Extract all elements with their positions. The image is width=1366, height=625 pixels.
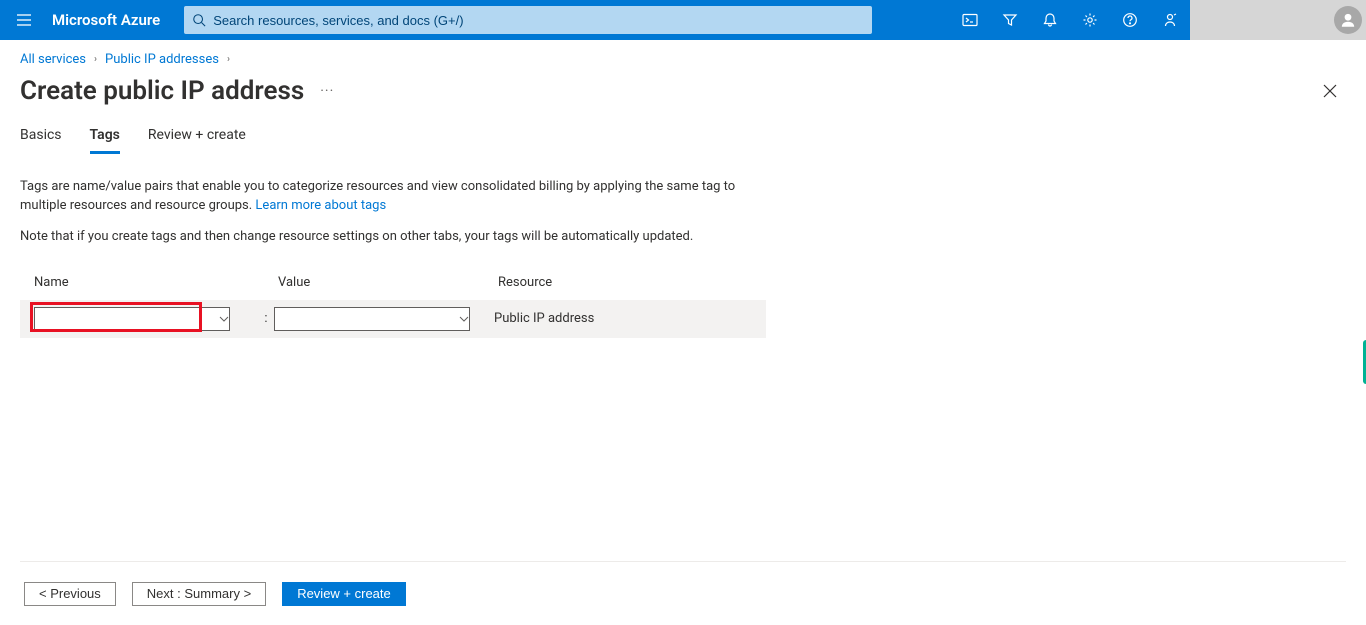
tag-name-combo[interactable]: [34, 307, 230, 331]
review-create-button[interactable]: Review + create: [282, 582, 406, 606]
learn-more-link[interactable]: Learn more about tags: [255, 198, 386, 213]
filter-icon: [1002, 12, 1018, 28]
help-button[interactable]: [1110, 0, 1150, 40]
page-title: Create public IP address: [20, 76, 304, 106]
breadcrumb-all-services[interactable]: All services: [20, 52, 86, 67]
tag-name-input[interactable]: [35, 308, 219, 330]
feedback-icon: [1162, 12, 1178, 28]
close-icon: [1323, 84, 1337, 98]
brand-label[interactable]: Microsoft Azure: [48, 11, 176, 29]
directory-filter-button[interactable]: [990, 0, 1030, 40]
tag-row: : Public IP address: [20, 300, 766, 338]
breadcrumb: All services › Public IP addresses ›: [20, 40, 1346, 75]
tags-table: Name Value Resource :: [20, 275, 766, 338]
settings-button[interactable]: [1070, 0, 1110, 40]
cloud-shell-icon: [962, 12, 978, 28]
description-line2: Note that if you create tags and then ch…: [20, 228, 760, 247]
tab-review-create[interactable]: Review + create: [148, 127, 246, 154]
azure-topbar: Microsoft Azure: [0, 0, 1366, 40]
page-body: All services › Public IP addresses › Cre…: [0, 40, 1366, 625]
cloud-shell-button[interactable]: [950, 0, 990, 40]
resource-cell: Public IP address: [494, 311, 766, 326]
gear-icon: [1082, 12, 1098, 28]
breadcrumb-public-ip-addresses[interactable]: Public IP addresses: [105, 52, 219, 67]
menu-icon: [16, 12, 32, 28]
account-button[interactable]: [1190, 0, 1366, 40]
tag-value-combo[interactable]: [274, 307, 470, 331]
bell-icon: [1042, 12, 1058, 28]
help-icon: [1122, 12, 1138, 28]
name-cell: [34, 307, 278, 331]
chevron-down-icon[interactable]: [219, 314, 229, 324]
tab-tags[interactable]: Tags: [90, 127, 120, 154]
tag-value-input[interactable]: [275, 308, 459, 330]
description-line1: Tags are name/value pairs that enable yo…: [20, 178, 760, 216]
global-search[interactable]: [184, 6, 872, 34]
header-name: Name: [34, 275, 278, 290]
more-actions-button[interactable]: ···: [320, 83, 334, 99]
tab-basics[interactable]: Basics: [20, 127, 62, 154]
header-value: Value: [278, 275, 498, 290]
close-button[interactable]: [1314, 75, 1346, 107]
chevron-down-icon[interactable]: [459, 314, 469, 324]
topbar-actions: [950, 0, 1190, 40]
tags-table-header: Name Value Resource: [20, 275, 766, 300]
chevron-right-icon: ›: [94, 54, 97, 65]
chevron-right-icon: ›: [227, 54, 230, 65]
tab-bar: Basics Tags Review + create: [20, 127, 1346, 154]
notifications-button[interactable]: [1030, 0, 1070, 40]
feedback-button[interactable]: [1150, 0, 1190, 40]
content-area: Tags are name/value pairs that enable yo…: [20, 178, 1346, 561]
search-icon: [185, 13, 213, 27]
search-input[interactable]: [213, 7, 871, 33]
avatar: [1334, 6, 1362, 34]
title-row: Create public IP address ···: [20, 75, 1346, 107]
person-icon: [1339, 11, 1357, 29]
next-button[interactable]: Next : Summary >: [132, 582, 266, 606]
header-resource: Resource: [498, 275, 766, 290]
value-cell: [274, 307, 494, 331]
menu-toggle-button[interactable]: [0, 0, 48, 40]
previous-button[interactable]: < Previous: [24, 582, 116, 606]
wizard-footer: < Previous Next : Summary > Review + cre…: [20, 561, 1346, 625]
